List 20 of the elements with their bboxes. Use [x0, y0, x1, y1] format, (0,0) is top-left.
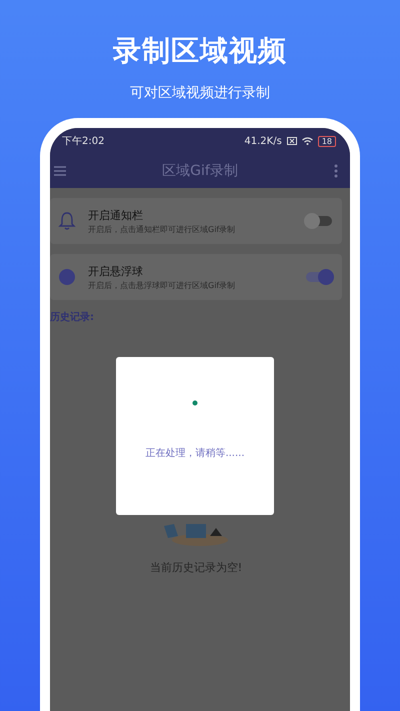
- more-icon[interactable]: [334, 164, 338, 178]
- network-speed: 41.2K/s: [244, 136, 282, 146]
- app-title: 区域Gif录制: [162, 162, 238, 180]
- menu-icon[interactable]: [54, 166, 66, 176]
- headline: 录制区域视频: [113, 33, 287, 69]
- sim-icon: [286, 137, 297, 145]
- dialog-message: 正在处理，请稍等......: [145, 446, 245, 460]
- setting-title: 开启悬浮球: [88, 264, 144, 278]
- subtitle: 可对区域视频进行录制: [130, 84, 270, 102]
- bell-icon: [58, 211, 76, 231]
- toggle-switch[interactable]: [306, 272, 332, 282]
- wifi-icon: [302, 137, 313, 145]
- setting-title: 开启通知栏: [88, 208, 144, 222]
- setting-description: 开启后，点击通知栏即可进行区域Gif录制: [88, 224, 236, 234]
- status-time: 下午2:02: [62, 135, 104, 148]
- loading-spinner-icon: [192, 400, 198, 406]
- toggle-switch[interactable]: [306, 216, 332, 226]
- battery-icon: 18: [318, 136, 336, 146]
- floating-ball-icon: [58, 268, 76, 286]
- setting-description: 开启后，点击悬浮球即可进行区域Gif录制: [88, 280, 236, 290]
